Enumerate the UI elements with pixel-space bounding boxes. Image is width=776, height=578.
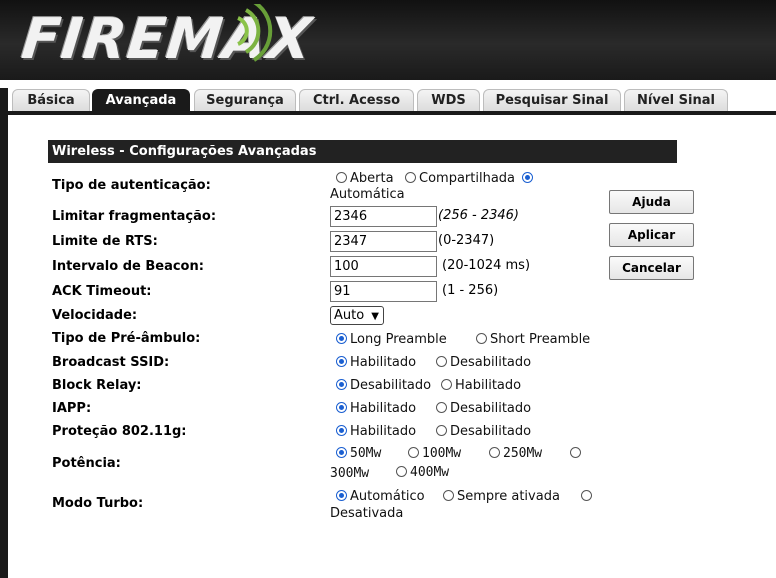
protection-label: Proteção 802.11g: xyxy=(52,424,187,439)
tab-wds[interactable]: WDS xyxy=(417,89,480,111)
radio-icon[interactable] xyxy=(405,172,416,183)
preamble-option-short[interactable]: Short Preamble xyxy=(476,332,590,347)
power-option-50mw[interactable]: 50Mw xyxy=(336,446,381,461)
ssid-option-habilitado[interactable]: Habilitado xyxy=(336,355,416,370)
help-button[interactable]: Ajuda xyxy=(609,190,694,214)
beacon-hint: (20-1024 ms) xyxy=(442,258,531,273)
radio-checked-icon[interactable] xyxy=(336,425,347,436)
radio-icon[interactable] xyxy=(396,466,407,477)
frag-label: Limitar fragmentação: xyxy=(52,209,217,224)
header-banner: FIREMAX xyxy=(0,0,776,80)
turbo-option-sempre-ativada[interactable]: Sempre ativada xyxy=(443,489,560,504)
iapp-label: IAPP: xyxy=(52,401,92,416)
radio-checked-icon[interactable] xyxy=(522,172,533,183)
auth-option-compartilhada[interactable]: Compartilhada xyxy=(405,171,515,186)
radio-icon[interactable] xyxy=(436,402,447,413)
apply-button[interactable]: Aplicar xyxy=(609,223,694,247)
beacon-label: Intervalo de Beacon: xyxy=(52,259,204,274)
radio-checked-icon[interactable] xyxy=(336,379,347,390)
power-option-250mw[interactable]: 250Mw xyxy=(489,446,542,461)
rts-label: Limite de RTS: xyxy=(52,234,158,249)
protection-option-desabilitado[interactable]: Desabilitado xyxy=(436,424,531,439)
turbo-option-desativada-radio[interactable] xyxy=(581,489,595,504)
ssid-label: Broadcast SSID: xyxy=(52,355,170,370)
iapp-option-desabilitado[interactable]: Desabilitado xyxy=(436,401,531,416)
power-option-100mw[interactable]: 100Mw xyxy=(408,446,461,461)
preamble-label: Tipo de Pré-âmbulo: xyxy=(52,331,201,346)
radio-icon[interactable] xyxy=(436,425,447,436)
rts-hint: (0-2347) xyxy=(438,233,495,248)
frag-input[interactable]: 2346 xyxy=(330,206,437,227)
turbo-label: Modo Turbo: xyxy=(52,496,144,511)
preamble-option-long[interactable]: Long Preamble xyxy=(336,332,447,347)
power-option-300mw-label: 300Mw xyxy=(330,466,370,481)
radio-checked-icon[interactable] xyxy=(336,356,347,367)
radio-checked-icon[interactable] xyxy=(336,333,347,344)
radio-checked-icon[interactable] xyxy=(336,447,347,458)
radio-icon[interactable] xyxy=(489,447,500,458)
power-label: Potência: xyxy=(52,456,121,471)
power-option-300mw-radio[interactable] xyxy=(570,446,584,461)
ack-label: ACK Timeout: xyxy=(52,284,152,299)
radio-icon[interactable] xyxy=(476,333,487,344)
tab-basica[interactable]: Básica xyxy=(12,89,90,111)
left-frame-border xyxy=(0,88,8,578)
frag-hint: (256 - 2346) xyxy=(438,208,519,223)
relay-label: Block Relay: xyxy=(52,378,142,393)
radio-icon[interactable] xyxy=(436,356,447,367)
radio-icon[interactable] xyxy=(336,172,347,183)
cancel-button[interactable]: Cancelar xyxy=(609,256,694,280)
tab-avancada[interactable]: Avançada xyxy=(92,89,190,111)
radio-checked-icon[interactable] xyxy=(336,490,347,501)
radio-icon[interactable] xyxy=(441,379,452,390)
relay-option-habilitado[interactable]: Habilitado xyxy=(441,378,521,393)
protection-option-habilitado[interactable]: Habilitado xyxy=(336,424,416,439)
ack-input[interactable]: 91 xyxy=(330,281,437,302)
tab-nivel-sinal[interactable]: Nível Sinal xyxy=(624,89,728,111)
tab-pesquisar-sinal[interactable]: Pesquisar Sinal xyxy=(483,89,621,111)
tab-underline xyxy=(0,111,776,115)
wireless-waves-icon xyxy=(237,4,273,62)
rts-input[interactable]: 2347 xyxy=(330,231,437,252)
section-title: Wireless - Configurações Avançadas xyxy=(48,140,677,163)
auth-option-automatica-label: Automática xyxy=(330,187,405,202)
speed-select[interactable]: Auto ▼ xyxy=(330,306,384,325)
iapp-option-habilitado[interactable]: Habilitado xyxy=(336,401,416,416)
power-option-400mw[interactable]: 400Mw xyxy=(396,465,449,480)
radio-icon[interactable] xyxy=(570,447,581,458)
tab-ctrl-acesso[interactable]: Ctrl. Acesso xyxy=(299,89,414,111)
auth-option-automatica-radio[interactable] xyxy=(522,171,536,186)
relay-option-desabilitado[interactable]: Desabilitado xyxy=(336,378,431,393)
auth-label: Tipo de autenticação: xyxy=(52,178,211,193)
radio-checked-icon[interactable] xyxy=(336,402,347,413)
beacon-input[interactable]: 100 xyxy=(330,256,437,277)
chevron-down-icon: ▼ xyxy=(371,311,379,322)
radio-icon[interactable] xyxy=(443,490,454,501)
radio-icon[interactable] xyxy=(408,447,419,458)
turbo-option-desativada-label: Desativada xyxy=(330,506,404,521)
tab-seguranca[interactable]: Segurança xyxy=(194,89,296,111)
radio-icon[interactable] xyxy=(581,490,592,501)
ack-hint: (1 - 256) xyxy=(442,283,499,298)
ssid-option-desabilitado[interactable]: Desabilitado xyxy=(436,355,531,370)
turbo-option-automatico[interactable]: Automático xyxy=(336,489,425,504)
auth-option-aberta[interactable]: Aberta xyxy=(336,171,394,186)
speed-label: Velocidade: xyxy=(52,308,138,323)
